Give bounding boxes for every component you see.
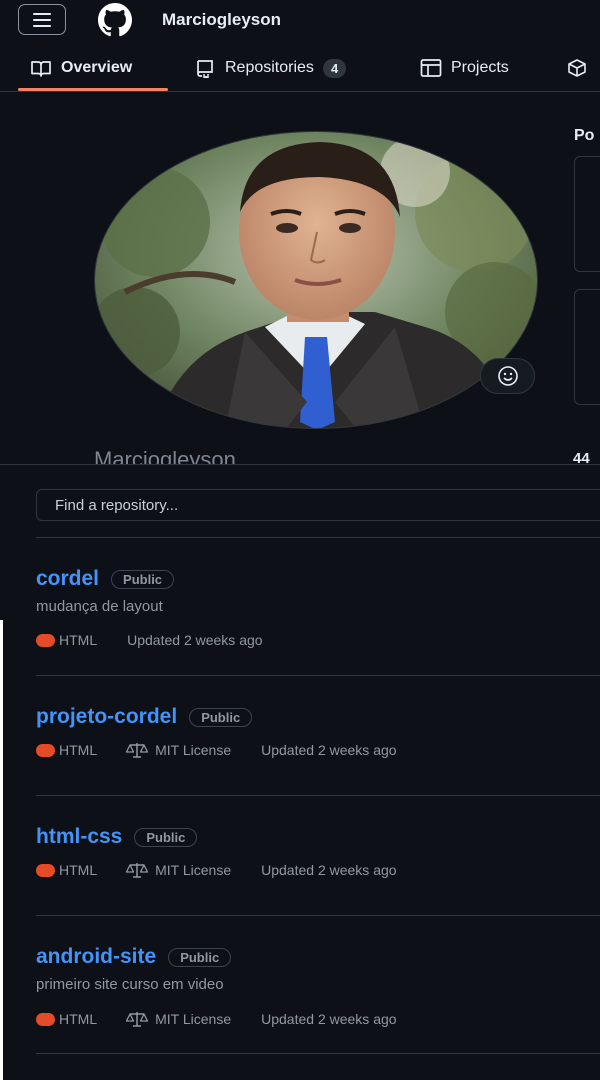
repo-name-link[interactable]: projeto-cordel bbox=[36, 705, 177, 729]
repo-language: HTML bbox=[36, 632, 97, 648]
side-card[interactable] bbox=[574, 289, 600, 405]
find-repository-input[interactable] bbox=[36, 489, 600, 521]
repo-meta: HTML Updated 2 weeks ago bbox=[36, 632, 263, 648]
scroll-edge-indicator bbox=[0, 620, 3, 1080]
side-section-title: Po bbox=[574, 127, 595, 144]
repo-list-item: android-site Public primeiro site curso … bbox=[36, 944, 600, 1027]
tab-repositories[interactable]: Repositories 4 bbox=[194, 44, 347, 92]
menu-line bbox=[33, 18, 51, 21]
tab-packages[interactable] bbox=[566, 44, 588, 92]
language-label: HTML bbox=[59, 632, 98, 648]
side-card[interactable] bbox=[574, 156, 600, 272]
language-label: HTML bbox=[59, 742, 98, 758]
repositories-count-badge: 4 bbox=[322, 58, 347, 78]
smiley-icon bbox=[497, 366, 518, 386]
profile-tabs: Overview Repositories 4 Projects bbox=[0, 44, 600, 92]
repo-icon bbox=[197, 60, 213, 78]
list-divider bbox=[36, 1053, 600, 1054]
list-divider bbox=[36, 675, 600, 676]
law-icon bbox=[125, 743, 149, 758]
tab-projects[interactable]: Projects bbox=[420, 44, 509, 92]
repo-license: MIT License bbox=[125, 862, 231, 878]
visibility-badge: Public bbox=[189, 707, 253, 727]
header-username[interactable]: Marciogleyson bbox=[162, 10, 281, 30]
tab-projects-label: Projects bbox=[451, 59, 509, 76]
repo-updated: Updated 2 weeks ago bbox=[261, 742, 397, 758]
repo-meta: HTML MIT License Updated 2 weeks ago bbox=[36, 1011, 397, 1027]
language-color-dot bbox=[36, 743, 55, 757]
repo-meta: HTML MIT License Updated 2 weeks ago bbox=[36, 742, 397, 758]
book-icon bbox=[31, 61, 51, 77]
license-label: MIT License bbox=[155, 862, 232, 878]
repo-description: primeiro site curso em video bbox=[36, 976, 224, 993]
github-logo-icon[interactable] bbox=[92, 3, 138, 37]
law-icon bbox=[125, 863, 149, 878]
language-color-dot bbox=[36, 863, 55, 877]
license-label: MIT License bbox=[155, 1011, 232, 1027]
repo-title-row: html-css Public bbox=[36, 824, 600, 850]
table-icon bbox=[420, 59, 442, 77]
list-divider bbox=[36, 795, 600, 796]
top-header: Marciogleyson bbox=[0, 0, 600, 42]
repo-list-item: html-css Public HTML MIT License Updated… bbox=[36, 824, 600, 878]
repo-title-row: cordel Public bbox=[36, 566, 600, 592]
license-label: MIT License bbox=[155, 742, 232, 758]
visibility-badge: Public bbox=[134, 827, 198, 847]
repo-name-link[interactable]: cordel bbox=[36, 567, 99, 591]
law-icon bbox=[125, 1012, 149, 1027]
repo-name-link[interactable]: android-site bbox=[36, 945, 156, 969]
repo-title-row: projeto-cordel Public bbox=[36, 704, 600, 730]
tab-repositories-label: Repositories bbox=[225, 59, 314, 76]
package-icon bbox=[568, 59, 586, 77]
repo-language: HTML bbox=[36, 1011, 97, 1027]
repo-updated: Updated 2 weeks ago bbox=[261, 862, 397, 878]
repo-updated: Updated 2 weeks ago bbox=[127, 632, 263, 648]
language-label: HTML bbox=[59, 862, 98, 878]
repo-license: MIT License bbox=[125, 1011, 231, 1027]
menu-line bbox=[33, 24, 51, 27]
repo-license: MIT License bbox=[125, 742, 231, 758]
list-divider bbox=[36, 915, 600, 916]
repo-title-row: android-site Public bbox=[36, 944, 600, 970]
repo-name-link[interactable]: html-css bbox=[36, 825, 122, 849]
avatar-photo bbox=[95, 132, 537, 428]
language-color-dot bbox=[36, 633, 55, 647]
repo-updated: Updated 2 weeks ago bbox=[261, 1011, 397, 1027]
visibility-badge: Public bbox=[111, 569, 175, 589]
visibility-badge: Public bbox=[168, 947, 232, 967]
language-color-dot bbox=[36, 1012, 55, 1026]
tab-overview-label: Overview bbox=[61, 59, 133, 76]
active-tab-underline bbox=[18, 88, 168, 91]
menu-line bbox=[33, 12, 51, 15]
profile-display-name: Marciogleyson bbox=[94, 447, 236, 464]
repo-description: mudança de layout bbox=[36, 598, 163, 615]
repo-meta: HTML MIT License Updated 2 weeks ago bbox=[36, 862, 397, 878]
list-divider bbox=[36, 537, 600, 538]
repo-list-item: cordel Public mudança de layout HTML Upd… bbox=[36, 566, 600, 648]
language-label: HTML bbox=[59, 1011, 98, 1027]
repo-language: HTML bbox=[36, 862, 97, 878]
repo-language: HTML bbox=[36, 742, 97, 758]
profile-avatar[interactable] bbox=[94, 131, 538, 429]
tab-overview[interactable]: Overview bbox=[30, 44, 132, 92]
repo-list-item: projeto-cordel Public HTML MIT License U… bbox=[36, 704, 600, 758]
sticky-divider bbox=[0, 464, 600, 465]
hamburger-menu-button[interactable] bbox=[18, 4, 66, 35]
set-status-button[interactable] bbox=[480, 358, 535, 394]
